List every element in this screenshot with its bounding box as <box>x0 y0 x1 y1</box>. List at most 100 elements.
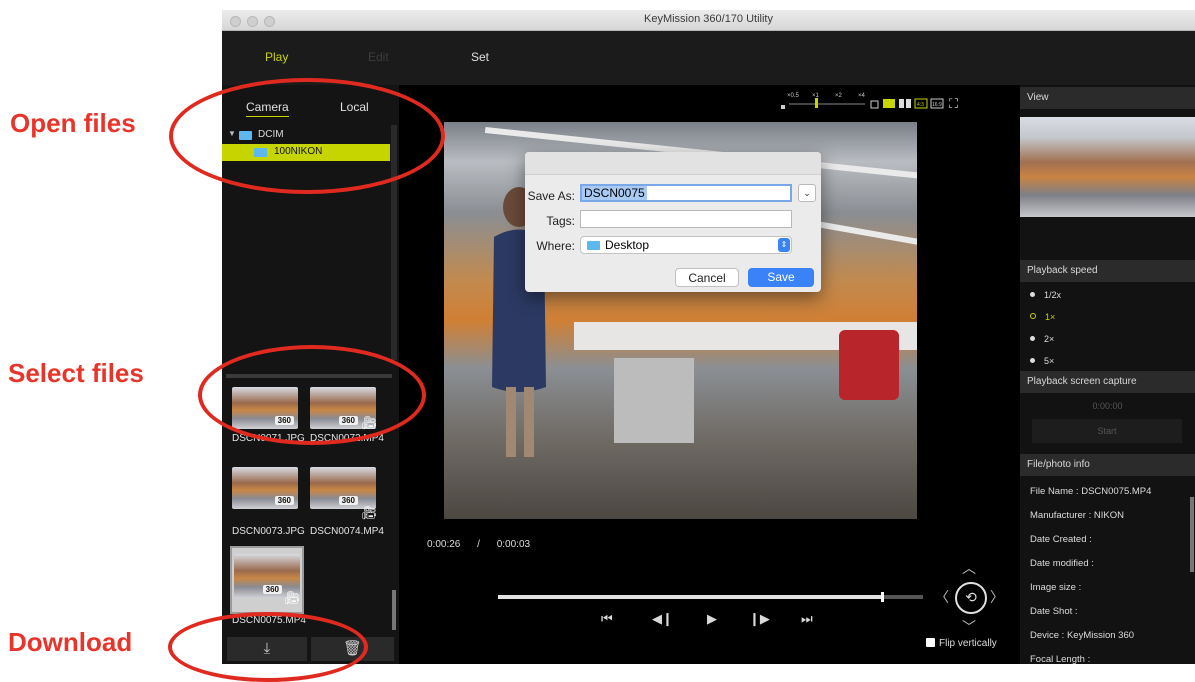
speed-option-label: 1/2x <box>1044 290 1062 300</box>
flip-checkbox[interactable] <box>926 638 935 647</box>
thumbnail-dscn0074[interactable]: 360 <box>310 467 376 509</box>
fullscreen-icon: ⛶ <box>948 96 959 111</box>
where-select[interactable]: Desktop ⇕ <box>580 236 792 254</box>
video-camera-icon: 🎥︎ <box>361 505 378 520</box>
time-readout: 0:00:26 / 0:00:03 <box>427 539 530 550</box>
annotation-select-files: Select files <box>8 358 144 388</box>
flip-label: Flip vertically <box>939 638 997 649</box>
info-date-created: Date Created : <box>1030 534 1092 545</box>
speed-mark: ×4 <box>858 93 866 99</box>
thumbnail-label: DSCN0074.MP4 <box>310 526 384 537</box>
pan-up-icon[interactable]: ︿ <box>962 558 976 578</box>
aspect-4-3-label: 4:3 <box>917 102 924 108</box>
progress-knob[interactable] <box>880 592 884 602</box>
tab-edit[interactable]: Edit <box>368 50 389 64</box>
annotation-download: Download <box>8 627 133 657</box>
capture-start-button[interactable]: Start <box>1032 419 1182 443</box>
step-forward-icon[interactable]: ❙▶ <box>749 611 770 627</box>
info-date-shot: Date Shot : <box>1030 606 1078 617</box>
speed-option-1x[interactable]: 1× <box>1030 312 1055 322</box>
radio-dot-icon <box>1030 358 1035 363</box>
speed-option-label: 5× <box>1044 356 1055 366</box>
folder-icon <box>587 241 600 250</box>
thumbnail-dscn0075-selected[interactable]: 360 🎥︎ <box>230 546 304 614</box>
aspect-16-9-label: 16:9 <box>932 102 942 108</box>
info-manufacturer: Manufacturer : NIKON <box>1030 510 1124 521</box>
speed-option-5x[interactable]: 5× <box>1030 356 1054 366</box>
speed-option-half[interactable]: 1/2x <box>1030 290 1061 300</box>
tags-input[interactable] <box>580 210 792 228</box>
save-as-label: Save As: <box>527 189 575 203</box>
radio-dot-icon <box>1030 336 1035 341</box>
radio-selected-icon <box>1030 313 1036 319</box>
skip-to-start-icon[interactable]: ⏮ <box>601 611 613 627</box>
select-files-highlight <box>198 345 426 445</box>
info-image-size: Image size : <box>1030 582 1082 593</box>
speed-mark: ×0.5 <box>787 93 800 99</box>
playback-speed-header: Playback speed <box>1020 260 1195 282</box>
current-time: 0:00:26 <box>427 539 461 550</box>
save-dialog: Save As: DSCN0075 ⌄ Tags: Where: Desktop… <box>525 152 821 292</box>
view-header: View <box>1020 87 1195 109</box>
stepper-icon: ⇕ <box>778 238 790 252</box>
panorama-view[interactable] <box>1020 117 1195 217</box>
speed-slider-knob <box>815 98 818 108</box>
360-badge: 360 <box>338 496 358 505</box>
radio-dot-icon <box>1030 292 1035 297</box>
skip-to-end-icon[interactable]: ⏭ <box>801 611 813 627</box>
speed-and-view-toolbar[interactable]: ×0.5 ×1 ×2 ×4 4:3 16:9 ⛶ <box>779 89 1009 113</box>
speed-option-label: 1× <box>1045 312 1056 322</box>
info-scrollbar[interactable] <box>1190 497 1194 572</box>
video-camera-icon: 🎥︎ <box>284 590 301 605</box>
speed-mark: ×2 <box>835 93 843 99</box>
cabinet <box>614 358 694 443</box>
step-back-icon[interactable]: ◀❙ <box>652 611 673 627</box>
tags-label: Tags: <box>546 214 575 228</box>
thumbnail-scrollbar[interactable] <box>392 590 396 630</box>
title-bar: KeyMission 360/170 Utility <box>222 10 1195 31</box>
playback-progress-bar[interactable] <box>498 592 923 602</box>
info-device: Device : KeyMission 360 <box>1030 630 1135 641</box>
flip-vertically-toggle[interactable]: Flip vertically <box>926 638 997 649</box>
time-separator: / <box>477 539 480 550</box>
pan-left-icon[interactable]: 〈 <box>935 587 949 607</box>
save-button[interactable]: Save <box>748 268 814 287</box>
file-info-header: File/photo info <box>1020 454 1195 476</box>
where-label: Where: <box>536 239 575 253</box>
save-as-input[interactable]: DSCN0075 <box>580 184 792 202</box>
360-badge: 360 <box>274 496 294 505</box>
speed-option-label: 2× <box>1044 334 1055 344</box>
chair <box>839 330 899 400</box>
play-icon[interactable]: ▶ <box>707 611 717 627</box>
rotate-icon: ⟲ <box>965 589 977 605</box>
thumbnail-label: DSCN0073.JPG <box>232 526 305 537</box>
download-highlight <box>168 612 368 682</box>
pan-down-icon[interactable]: ﹀ <box>962 617 976 637</box>
screen-capture-header: Playback screen capture <box>1020 371 1195 393</box>
top-navigation: Play Edit Set <box>222 31 1195 85</box>
360-badge: 360 <box>262 585 282 594</box>
info-focal-length: Focal Length : <box>1030 654 1091 664</box>
thumbnail-dscn0073[interactable]: 360 <box>232 467 298 509</box>
info-panel: View Playback speed 1/2x 1× 2× 5× Playba… <box>1020 85 1195 664</box>
annotation-open-files: Open files <box>10 108 136 138</box>
dialog-header <box>525 152 821 175</box>
tab-play[interactable]: Play <box>265 50 288 64</box>
chevron-down-icon: ⌄ <box>803 188 811 198</box>
reset-view-button[interactable]: ⟲ <box>955 582 987 614</box>
capture-time: 0:00:00 <box>1092 401 1123 411</box>
open-files-highlight <box>169 78 445 194</box>
total-time: 0:00:03 <box>496 539 531 550</box>
window-title: KeyMission 360/170 Utility <box>643 13 773 25</box>
cancel-button[interactable]: Cancel <box>675 268 739 287</box>
expand-dialog-button[interactable]: ⌄ <box>798 184 816 202</box>
video-player: ×0.5 ×1 ×2 ×4 4:3 16:9 ⛶ Save As: DSCN00… <box>399 85 1020 664</box>
progress-fill <box>498 595 881 599</box>
save-as-value: DSCN0075 <box>582 186 647 200</box>
info-file-name: File Name : DSCN0075.MP4 <box>1030 486 1152 497</box>
where-value: Desktop <box>605 238 650 252</box>
tab-set[interactable]: Set <box>471 50 489 64</box>
pan-right-icon[interactable]: 〉 <box>990 587 1004 607</box>
speed-option-2x[interactable]: 2× <box>1030 334 1054 344</box>
info-date-modified: Date modified : <box>1030 558 1094 569</box>
